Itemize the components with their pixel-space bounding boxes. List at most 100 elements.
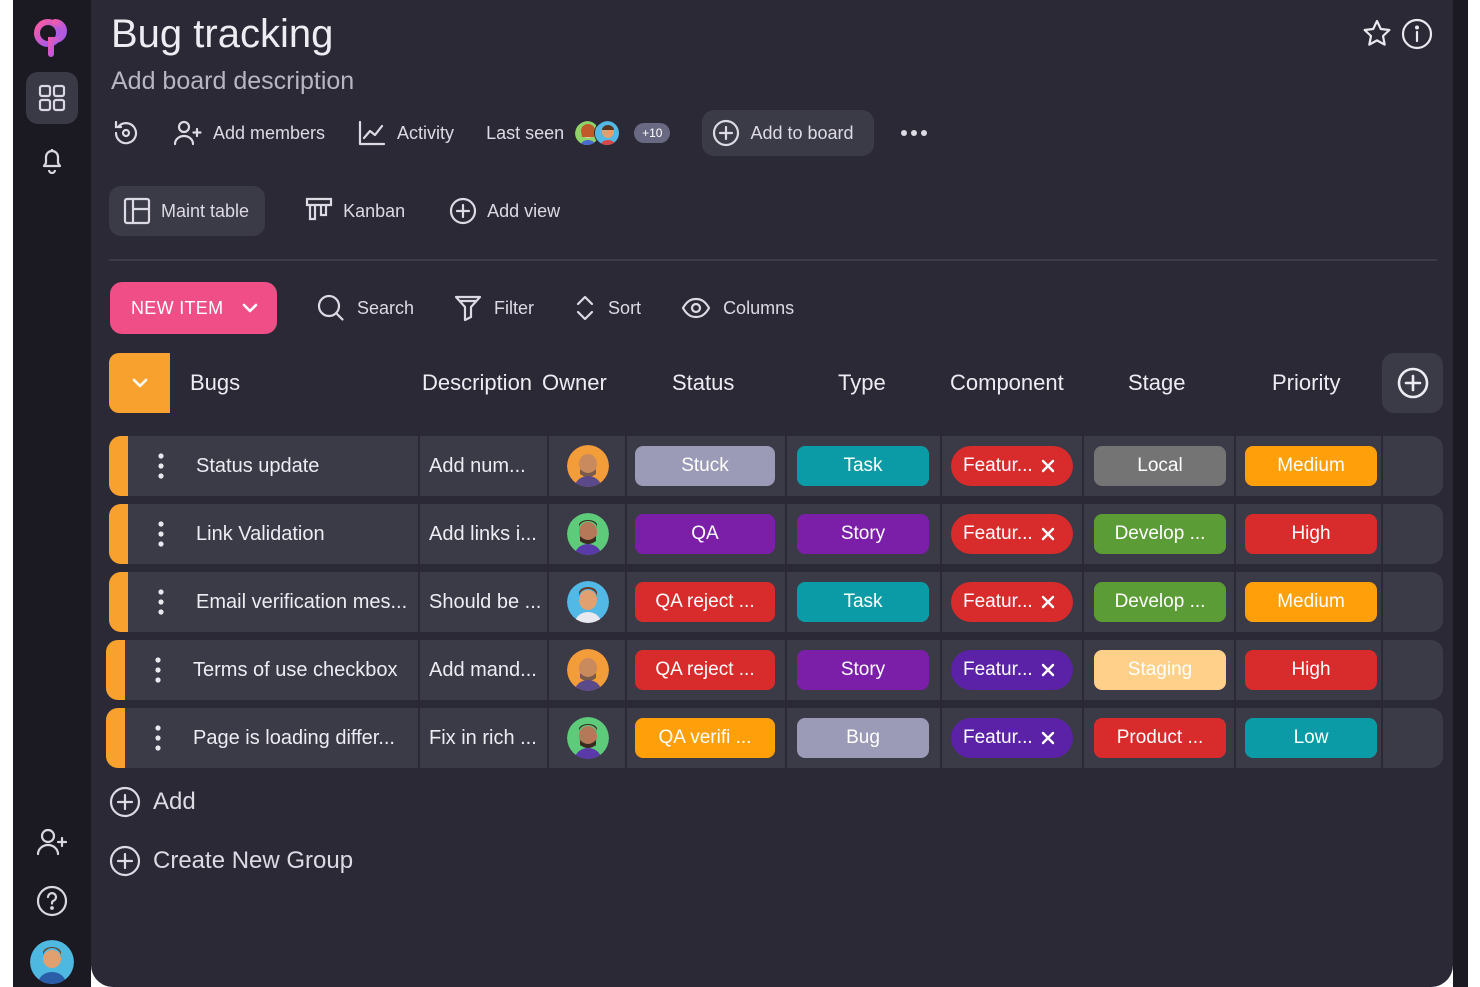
add-to-board-button[interactable]: Add to board	[702, 110, 874, 156]
row-menu-button[interactable]	[154, 451, 168, 481]
add-item-button[interactable]: Add	[109, 786, 196, 818]
rail-notifications-button[interactable]	[26, 134, 78, 186]
stage-badge[interactable]: Product ...	[1094, 718, 1226, 758]
priority-badge[interactable]: High	[1245, 514, 1377, 554]
owner-avatar[interactable]	[567, 445, 609, 487]
item-description[interactable]: Add mand...	[429, 640, 547, 700]
component-tag[interactable]: Featur...	[951, 446, 1073, 486]
item-name[interactable]: Email verification mes...	[196, 572, 418, 632]
priority-badge[interactable]: Low	[1245, 718, 1377, 758]
row-menu-button[interactable]	[154, 587, 168, 617]
more-options-button[interactable]	[900, 129, 928, 137]
item-name[interactable]: Page is loading differ...	[193, 708, 415, 768]
stage-badge[interactable]: Develop ...	[1094, 514, 1226, 554]
status-badge[interactable]: QA verifi ...	[635, 718, 775, 758]
columns-button[interactable]: Columns	[681, 297, 794, 319]
close-icon[interactable]	[1037, 659, 1059, 681]
row-menu-button[interactable]	[151, 723, 165, 753]
create-group-label: Create New Group	[153, 847, 354, 874]
component-tag[interactable]: Featur...	[951, 650, 1073, 690]
close-icon[interactable]	[1037, 455, 1059, 477]
page-title[interactable]: Bug tracking	[111, 12, 333, 57]
row-menu-button[interactable]	[151, 655, 165, 685]
status-badge[interactable]: Stuck	[635, 446, 775, 486]
column-header-owner[interactable]: Owner	[542, 353, 607, 413]
close-icon[interactable]	[1037, 727, 1059, 749]
item-description[interactable]: Fix in rich ...	[429, 708, 547, 768]
rail-invite-button[interactable]	[26, 816, 78, 868]
close-icon[interactable]	[1037, 591, 1059, 613]
current-user-avatar[interactable]	[30, 940, 74, 984]
info-icon[interactable]	[1401, 18, 1433, 50]
chevron-down-icon[interactable]	[241, 302, 259, 314]
sync-button[interactable]	[111, 118, 141, 148]
table-row[interactable]: Status update Add num... Stuck Task Feat…	[109, 436, 1443, 496]
component-tag[interactable]: Featur...	[951, 718, 1073, 758]
filter-button[interactable]: Filter	[454, 294, 534, 322]
type-badge[interactable]: Task	[797, 446, 929, 486]
search-button[interactable]: Search	[317, 294, 414, 322]
add-view-button[interactable]: Add view	[449, 197, 560, 225]
stage-badge[interactable]: Staging	[1094, 650, 1226, 690]
owner-avatar[interactable]	[567, 649, 609, 691]
component-tag[interactable]: Featur...	[951, 514, 1073, 554]
item-description[interactable]: Add links i...	[429, 504, 547, 564]
stage-badge[interactable]: Local	[1094, 446, 1226, 486]
divider	[547, 504, 549, 564]
owner-avatar[interactable]	[567, 513, 609, 555]
divider	[418, 572, 420, 632]
row-menu-button[interactable]	[154, 519, 168, 549]
last-seen-count-badge: +10	[634, 123, 671, 143]
type-badge[interactable]: Story	[797, 514, 929, 554]
table-row[interactable]: Page is loading differ... Fix in rich ..…	[106, 708, 1443, 768]
app-logo-icon[interactable]	[33, 14, 73, 58]
status-badge[interactable]: QA	[635, 514, 775, 554]
priority-badge[interactable]: Medium	[1245, 446, 1377, 486]
column-header-status[interactable]: Status	[672, 353, 734, 413]
tab-main-table[interactable]: Maint table	[109, 186, 266, 236]
sort-button[interactable]: Sort	[574, 294, 641, 322]
tab-kanban[interactable]: Kanban	[305, 197, 405, 225]
component-tag[interactable]: Featur...	[951, 582, 1073, 622]
item-name[interactable]: Status update	[196, 436, 416, 496]
rail-boards-button[interactable]	[26, 72, 78, 124]
item-description[interactable]: Add num...	[429, 436, 547, 496]
item-description[interactable]: Should be ...	[429, 572, 547, 632]
column-header-priority[interactable]: Priority	[1272, 353, 1340, 413]
group-color-bar	[109, 572, 128, 632]
add-column-button[interactable]	[1382, 353, 1443, 413]
add-members-button[interactable]: Add members	[173, 120, 325, 146]
stage-badge[interactable]: Develop ...	[1094, 582, 1226, 622]
add-user-icon	[173, 120, 202, 146]
rail-help-button[interactable]	[26, 875, 78, 927]
priority-badge[interactable]: Medium	[1245, 582, 1377, 622]
divider	[1381, 572, 1383, 632]
board-description[interactable]: Add board description	[111, 67, 354, 96]
table-row[interactable]: Terms of use checkbox Add mand... QA rej…	[106, 640, 1443, 700]
table-row[interactable]: Link Validation Add links i... QA Story …	[109, 504, 1443, 564]
item-name[interactable]: Link Validation	[196, 504, 416, 564]
activity-button[interactable]: Activity	[357, 119, 454, 147]
table-row[interactable]: Email verification mes... Should be ... …	[109, 572, 1443, 632]
status-badge[interactable]: QA reject ...	[635, 582, 775, 622]
column-header-description[interactable]: Description	[422, 353, 532, 413]
owner-avatar[interactable]	[567, 717, 609, 759]
column-header-stage[interactable]: Stage	[1128, 353, 1186, 413]
owner-avatar[interactable]	[567, 581, 609, 623]
column-header-component[interactable]: Component	[950, 353, 1064, 413]
status-badge[interactable]: QA reject ...	[635, 650, 775, 690]
item-name[interactable]: Terms of use checkbox	[193, 640, 415, 700]
last-seen[interactable]: Last seen +10	[486, 120, 671, 146]
star-icon[interactable]	[1361, 18, 1393, 50]
type-badge[interactable]: Task	[797, 582, 929, 622]
column-header-type[interactable]: Type	[838, 353, 886, 413]
close-icon[interactable]	[1037, 523, 1059, 545]
group-collapse-toggle[interactable]	[109, 353, 170, 413]
priority-badge[interactable]: High	[1245, 650, 1377, 690]
type-badge[interactable]: Story	[797, 650, 929, 690]
new-item-button[interactable]: NEW ITEM	[110, 282, 277, 334]
divider	[1082, 436, 1084, 496]
create-group-button[interactable]: Create New Group	[109, 845, 353, 877]
type-badge[interactable]: Bug	[797, 718, 929, 758]
group-name[interactable]: Bugs	[190, 353, 240, 413]
